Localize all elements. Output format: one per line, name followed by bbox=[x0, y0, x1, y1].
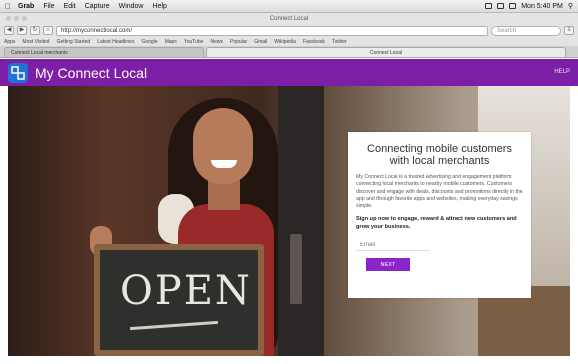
person-face bbox=[193, 108, 253, 184]
os-menubar:  Grab File Edit Capture Window Help Mon… bbox=[0, 0, 578, 13]
site-header: My Connect Local HELP bbox=[0, 59, 578, 86]
card-title: Connecting mobile customers with local m… bbox=[367, 143, 512, 167]
bookmark-item[interactable]: Google bbox=[141, 39, 157, 45]
chalk-underline bbox=[130, 320, 218, 331]
signup-card: Connecting mobile customers with local m… bbox=[348, 132, 531, 298]
minimize-window-icon[interactable] bbox=[14, 16, 19, 21]
bookmark-item[interactable]: Popular bbox=[230, 39, 247, 45]
wifi-icon[interactable] bbox=[497, 3, 505, 9]
bookmark-item[interactable]: Latest Headlines bbox=[97, 39, 134, 45]
maximize-window-icon[interactable] bbox=[22, 16, 27, 21]
bookmark-item[interactable]: Most Visited bbox=[22, 39, 49, 45]
door-frame bbox=[278, 86, 324, 356]
brand-logo-icon[interactable] bbox=[8, 62, 28, 83]
forward-button[interactable]: ▶ bbox=[17, 26, 27, 35]
sign-text: OPEN bbox=[120, 268, 252, 314]
reload-button[interactable]: ↻ bbox=[30, 26, 40, 35]
brand-name[interactable]: My Connect Local bbox=[35, 65, 147, 81]
menu-icon[interactable]: ≡ bbox=[564, 26, 574, 35]
status-icon[interactable] bbox=[485, 3, 493, 9]
card-description: My Connect Local is a trusted advertisin… bbox=[356, 174, 523, 210]
menu-help[interactable]: Help bbox=[153, 3, 167, 10]
menu-file[interactable]: File bbox=[43, 3, 54, 10]
tab-strip: Connect Local merchants Connect Local bbox=[0, 46, 578, 58]
browser-titlebar: Connect Local bbox=[0, 13, 578, 24]
browser-toolbar: ◀ ▶ ↻ ⌂ http://myconnectlocal.com/ Searc… bbox=[0, 24, 578, 37]
home-button[interactable]: ⌂ bbox=[43, 26, 53, 35]
menu-edit[interactable]: Edit bbox=[64, 3, 76, 10]
bookmark-item[interactable]: Wikipedia bbox=[274, 39, 296, 45]
close-window-icon[interactable] bbox=[6, 16, 11, 21]
person-neck bbox=[208, 180, 240, 210]
menu-window[interactable]: Window bbox=[119, 3, 144, 10]
open-sign: OPEN bbox=[94, 244, 264, 356]
tab-merchants[interactable]: Connect Local merchants bbox=[4, 47, 204, 57]
url-bar[interactable]: http://myconnectlocal.com/ bbox=[56, 25, 488, 36]
window-controls bbox=[6, 16, 27, 21]
tab-connect-local[interactable]: Connect Local bbox=[206, 47, 566, 57]
bookmark-item[interactable]: Gmail bbox=[254, 39, 267, 45]
back-button[interactable]: ◀ bbox=[4, 26, 14, 35]
menu-capture[interactable]: Capture bbox=[85, 3, 110, 10]
bookmark-item[interactable]: YouTube bbox=[184, 39, 204, 45]
bookmark-item[interactable]: Maps bbox=[165, 39, 177, 45]
next-button[interactable]: NEXT bbox=[366, 258, 410, 272]
help-link[interactable]: HELP bbox=[554, 69, 570, 75]
bookmark-item[interactable]: Facebook bbox=[303, 39, 325, 45]
card-cta: Sign up now to engage, reward & attract … bbox=[356, 216, 517, 230]
bookmark-item[interactable]: Twitter bbox=[332, 39, 347, 45]
bookmarks-bar: Apps Most Visited Getting Started Latest… bbox=[0, 37, 578, 46]
person-smile bbox=[211, 160, 237, 168]
battery-icon[interactable] bbox=[509, 3, 517, 9]
menu-grab[interactable]: Grab bbox=[18, 3, 34, 10]
bookmark-item[interactable]: News bbox=[210, 39, 223, 45]
apple-menu-icon[interactable]:  bbox=[5, 2, 11, 11]
chalkboard: OPEN bbox=[100, 250, 258, 350]
search-icon[interactable]: ⚲ bbox=[568, 2, 573, 10]
window-title: Connect Local bbox=[269, 15, 309, 22]
door-handle bbox=[290, 234, 302, 304]
search-field[interactable]: Search bbox=[491, 25, 561, 36]
email-field[interactable] bbox=[356, 240, 430, 252]
bookmark-item[interactable]: Getting Started bbox=[57, 39, 91, 45]
clock[interactable]: Mon 5:40 PM bbox=[521, 3, 563, 10]
bookmark-item[interactable]: Apps bbox=[4, 39, 15, 45]
